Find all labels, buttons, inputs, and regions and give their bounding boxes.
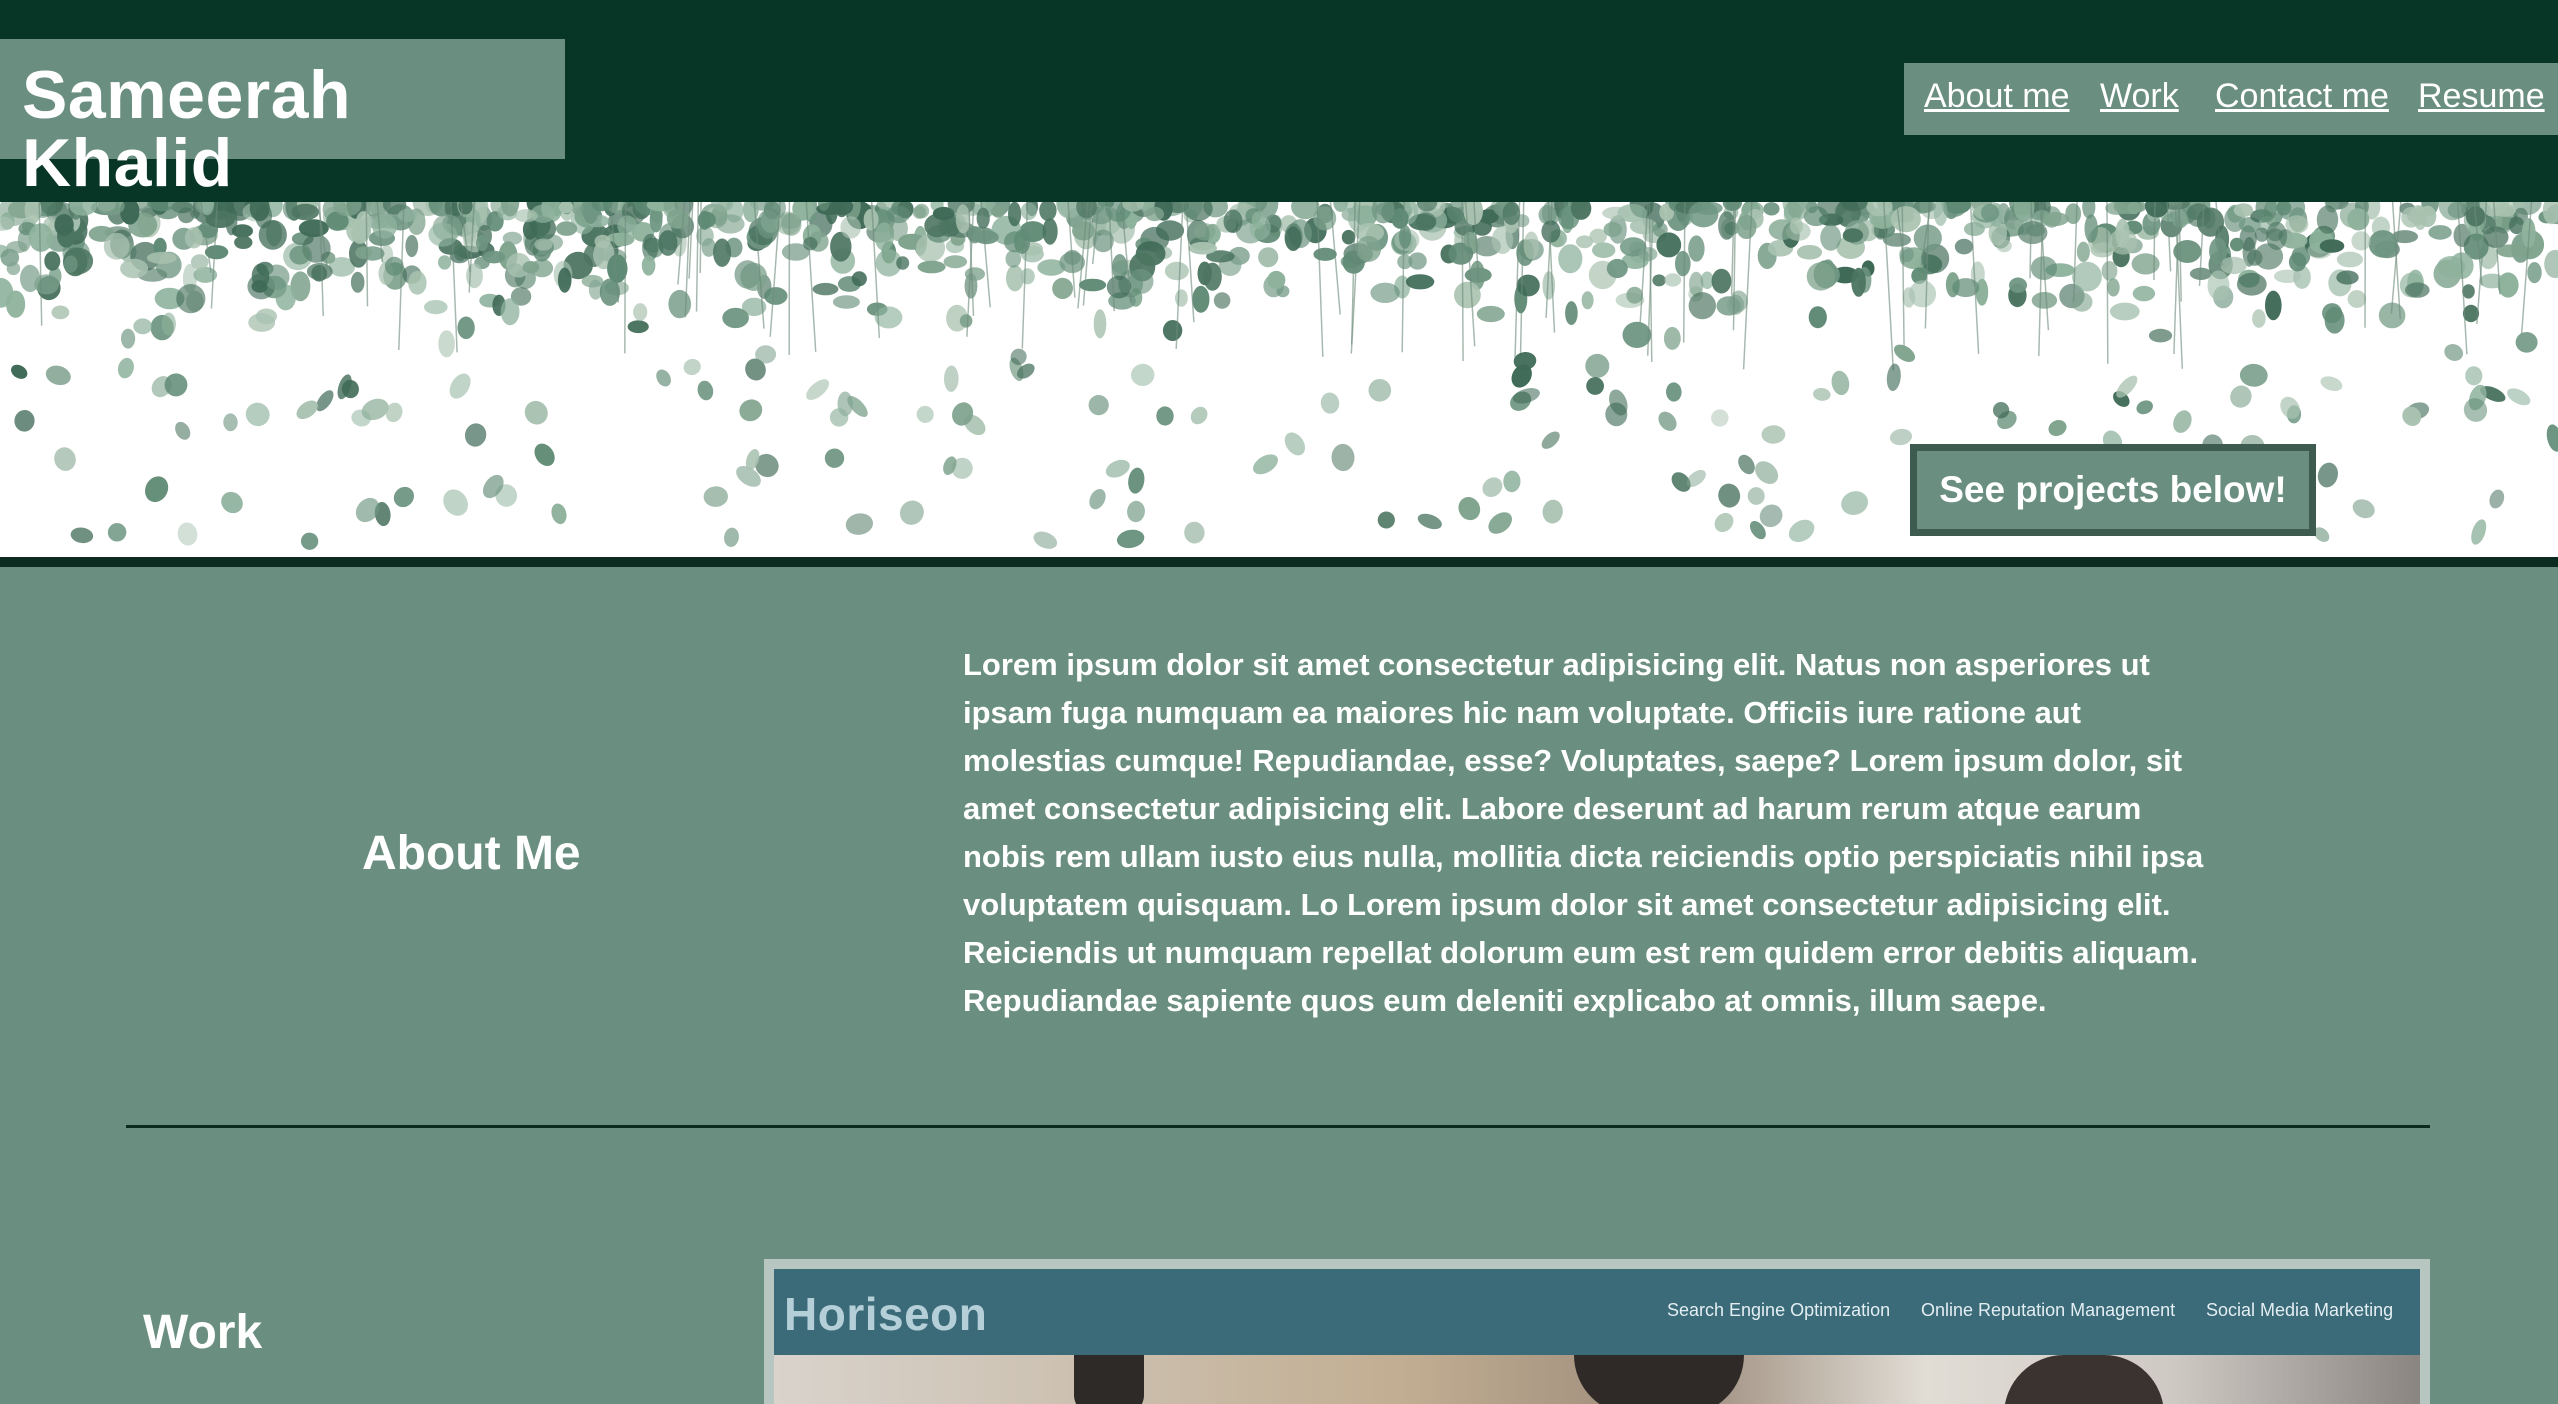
horiseon-logo: Horiseon xyxy=(784,1288,988,1340)
hero-bottom-border xyxy=(0,557,2558,567)
horiseon-nav-seo: Search Engine Optimization xyxy=(1667,1300,1891,1320)
site-title: Sameerah Khalid xyxy=(22,57,352,201)
horiseon-nav-orm: Online Reputation Management xyxy=(1921,1300,2176,1320)
horiseon-hero-photo xyxy=(774,1355,2420,1404)
horiseon-nav-smm: Social Media Marketing xyxy=(2206,1300,2394,1320)
nav-link-contact-me[interactable]: Contact me xyxy=(2215,77,2389,116)
see-projects-button[interactable]: See projects below! xyxy=(1910,444,2316,536)
nav-link-resume[interactable]: Resume xyxy=(2418,77,2545,116)
about-paragraph: Lorem ipsum dolor sit amet consectetur a… xyxy=(963,647,2204,1018)
horiseon-header: Horiseon Search Engine Optimization Onli… xyxy=(774,1269,2420,1355)
nav-link-about-me[interactable]: About me xyxy=(1924,77,2070,116)
project-screenshot: Horiseon Search Engine Optimization Onli… xyxy=(774,1269,2420,1404)
work-heading: Work xyxy=(143,1306,263,1359)
main-nav: About me Work Contact me Resume xyxy=(1904,63,2558,135)
site-title-box: Sameerah Khalid xyxy=(0,39,565,197)
site-header: Sameerah Khalid About me Work Contact me… xyxy=(0,0,2558,202)
about-heading: About Me xyxy=(362,827,581,880)
nav-link-work[interactable]: Work xyxy=(2100,77,2179,116)
project-card-horiseon[interactable]: Horiseon Search Engine Optimization Onli… xyxy=(764,1259,2430,1404)
section-divider xyxy=(126,1125,2430,1128)
